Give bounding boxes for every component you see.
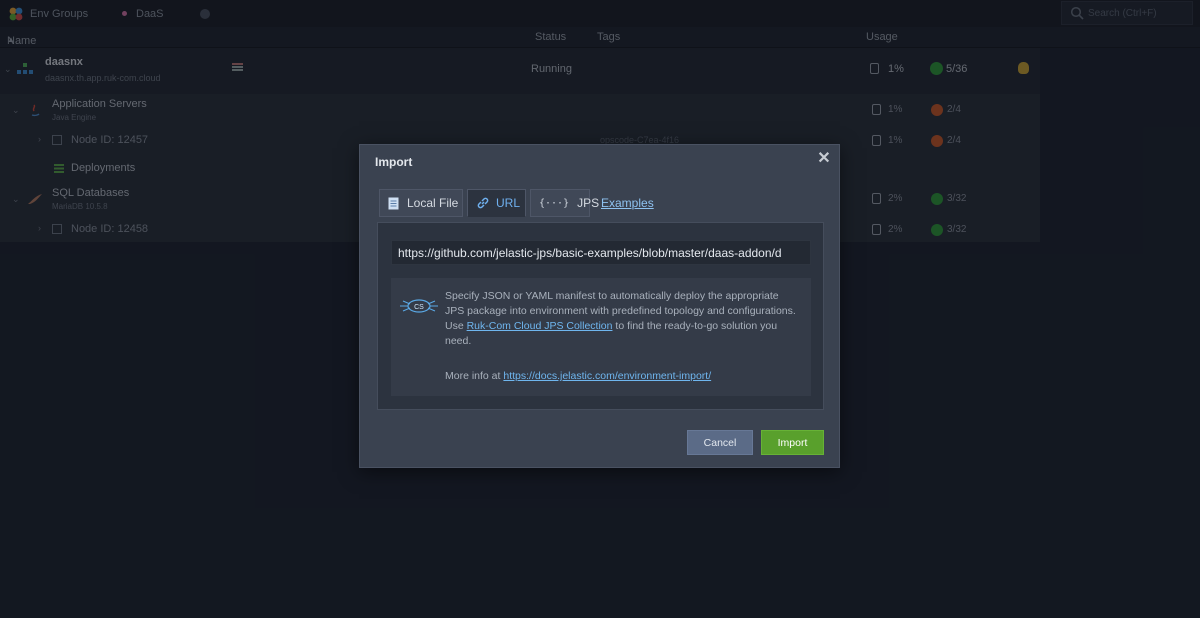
- url-panel: CS Specify JSON or YAML manifest to auto…: [377, 222, 824, 410]
- ruk-com-logo-icon: CS: [400, 299, 438, 313]
- tab-url[interactable]: URL: [467, 189, 526, 217]
- tab-local-file-label: Local File: [407, 196, 459, 210]
- url-link-icon: [477, 197, 489, 209]
- import-button[interactable]: Import: [761, 430, 824, 455]
- examples-link[interactable]: Examples: [601, 196, 654, 210]
- info-use-prefix: Use: [445, 320, 467, 332]
- logo-text: CS: [414, 304, 424, 311]
- manifest-url-input[interactable]: [391, 240, 811, 265]
- more-info: More info at https://docs.jelastic.com/e…: [445, 370, 711, 382]
- jps-icon: {···}: [539, 197, 570, 209]
- tab-jps[interactable]: {···} JPS: [530, 189, 599, 217]
- dialog-title: Import: [375, 155, 413, 169]
- tab-jps-label: JPS: [577, 196, 600, 210]
- info-description: Specify JSON or YAML manifest to automat…: [445, 289, 797, 349]
- cancel-button[interactable]: Cancel: [687, 430, 753, 455]
- file-icon: [388, 197, 399, 209]
- tab-local-file[interactable]: Local File: [379, 189, 463, 217]
- close-icon[interactable]: ✕: [816, 151, 832, 167]
- tab-url-label: URL: [496, 196, 521, 210]
- jps-collection-link[interactable]: Ruk-Com Cloud JPS Collection: [467, 320, 613, 332]
- more-info-prefix: More info at: [445, 370, 504, 382]
- import-dialog: Import ✕ Local File URL {···} JPS Exampl…: [359, 144, 840, 468]
- docs-link[interactable]: https://docs.jelastic.com/environment-im…: [503, 370, 711, 382]
- info-box: CS Specify JSON or YAML manifest to auto…: [391, 278, 811, 396]
- info-line1: Specify JSON or YAML manifest to automat…: [445, 290, 796, 317]
